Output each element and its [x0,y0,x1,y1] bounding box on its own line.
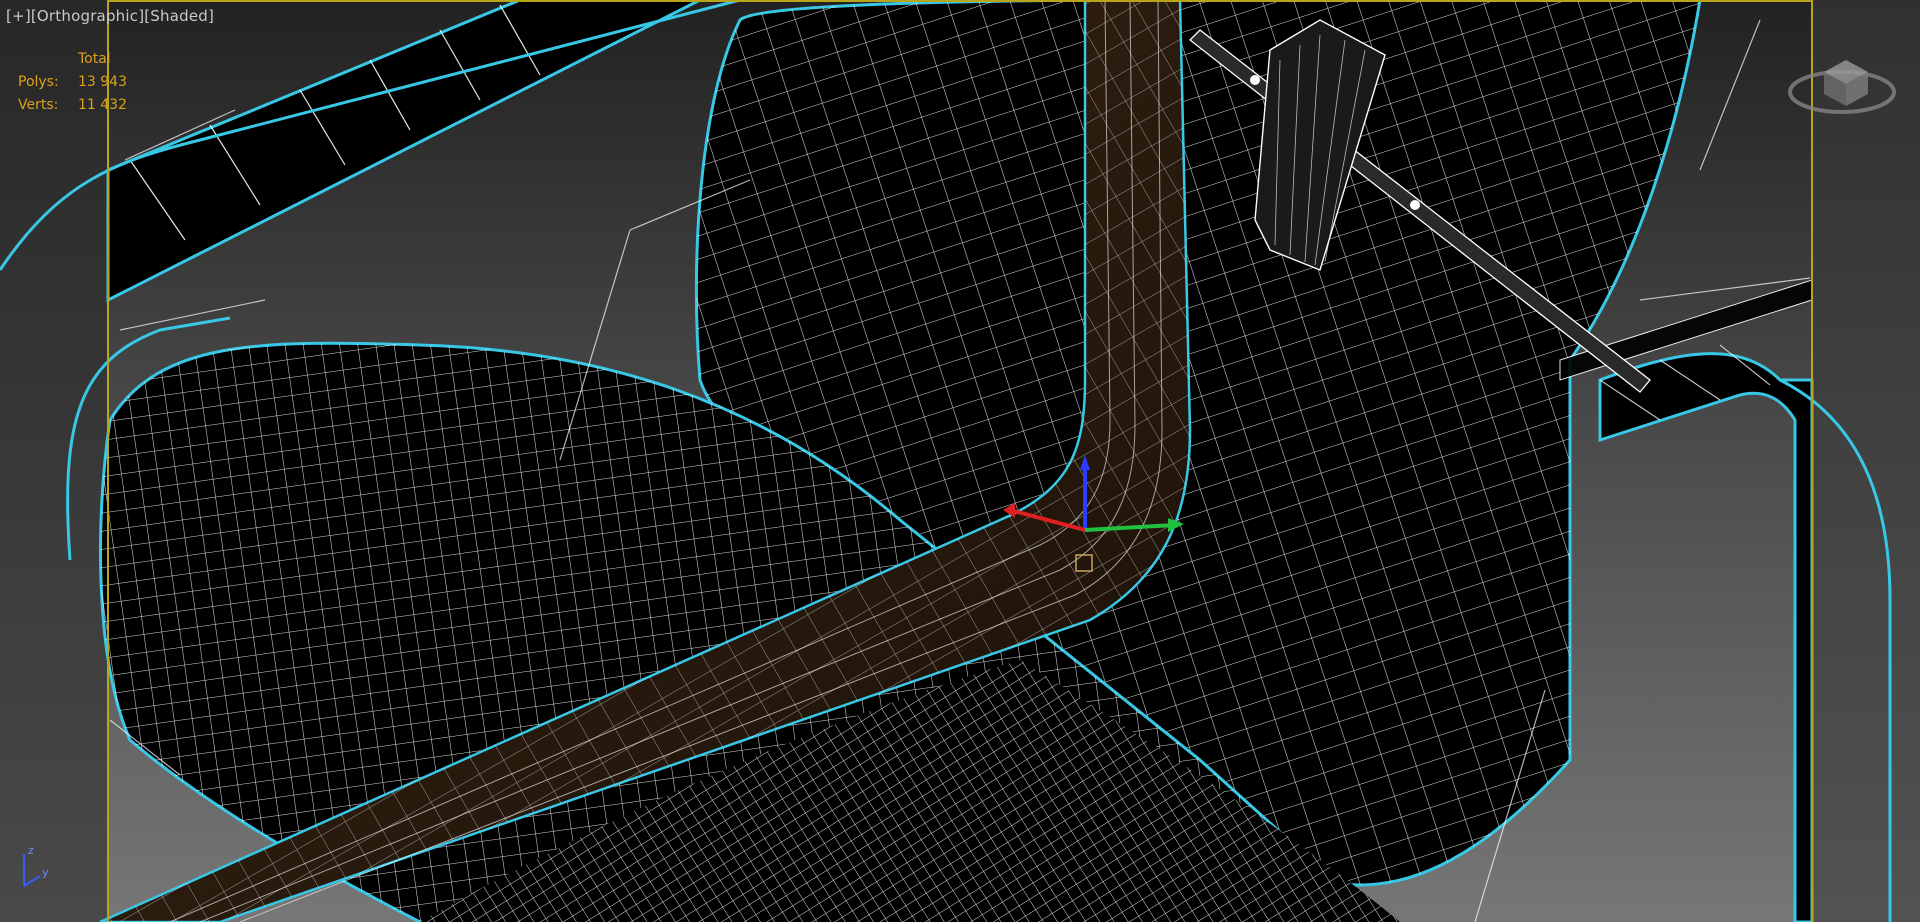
viewport-label[interactable]: [+][Orthographic][Shaded] [6,7,214,25]
stats-verts-value: 11 432 [78,97,127,113]
orthographic-viewport[interactable]: [+][Orthographic][Shaded] Total Polys: 1… [0,0,1920,922]
viewport-menu-plus[interactable]: [+] [6,7,31,25]
viewcube-icon[interactable] [1784,44,1904,124]
axis-z-label: z [28,844,34,857]
stats-polys-label: Polys: [18,74,59,90]
axis-y-label: y [42,866,49,879]
back-bar-bolt-1 [1250,75,1260,85]
scene-wireframe[interactable] [0,0,1920,922]
stats-polys-value: 13 943 [78,74,127,90]
viewport-shading-label[interactable]: [Shaded] [144,7,214,25]
stats-verts-label: Verts: [18,97,59,113]
back-bar-bolt-2 [1410,200,1420,210]
stats-header: Total [78,51,111,67]
right-margin [1812,0,1920,922]
axis-tripod-icon: z y [23,844,49,887]
viewport-projection-label[interactable]: [Orthographic] [31,7,144,25]
left-margin [0,0,108,922]
